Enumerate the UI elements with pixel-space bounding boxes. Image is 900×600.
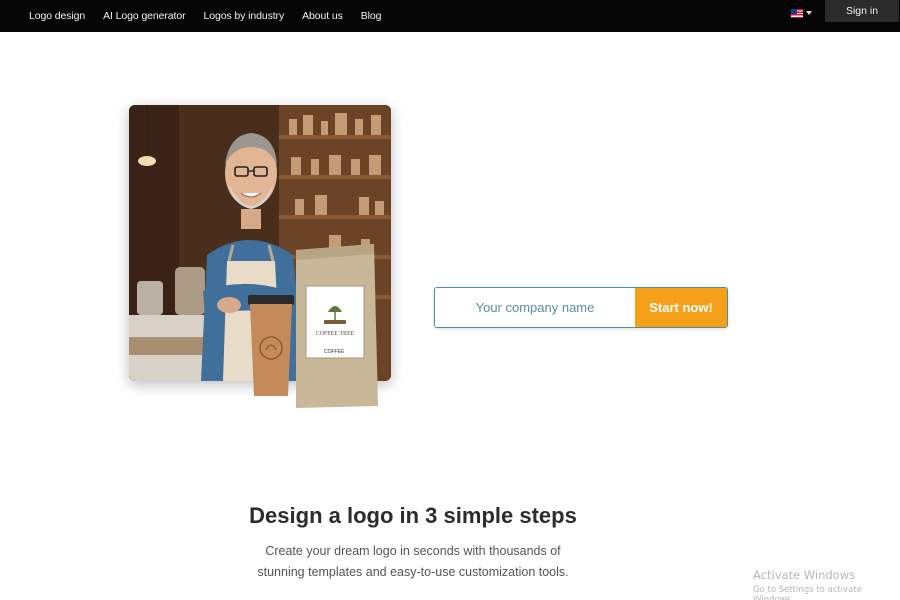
steps-description: Create your dream logo in seconds with t… [257,544,569,579]
top-navbar: Logo design AI Logo generator Logos by i… [0,0,900,32]
chevron-down-icon [806,11,812,15]
nav-about-us[interactable]: About us [302,10,343,22]
start-now-button[interactable]: Start now! [635,288,727,327]
activate-windows-title: Activate Windows [753,568,856,582]
bag-brand-label: COFFEE TREE [316,331,355,337]
nav-logo-design[interactable]: Logo design [29,10,85,22]
company-name-input[interactable] [435,288,635,327]
activate-windows-subtitle: Go to Settings to activate Windows. [753,585,862,600]
bag-sub-label: COFFEE [324,349,345,355]
company-name-form: Start now! [434,287,728,328]
nav-logos-by-industry[interactable]: Logos by industry [204,10,285,22]
main-nav: Logo design AI Logo generator Logos by i… [29,10,399,22]
windows-activation-watermark: Activate Windows Go to Settings to activ… [753,568,900,600]
steps-heading: Design a logo in 3 simple steps [249,503,577,528]
coffee-products-image: COFFEE TREE COFFEE [240,240,400,412]
language-selector[interactable] [791,6,813,20]
coffee-products-illustration: COFFEE TREE COFFEE [248,244,378,408]
us-flag-icon [791,8,803,18]
nav-ai-logo-generator[interactable]: AI Logo generator [103,10,185,22]
sign-in-button[interactable]: Sign in [825,0,899,22]
nav-blog[interactable]: Blog [361,10,382,22]
